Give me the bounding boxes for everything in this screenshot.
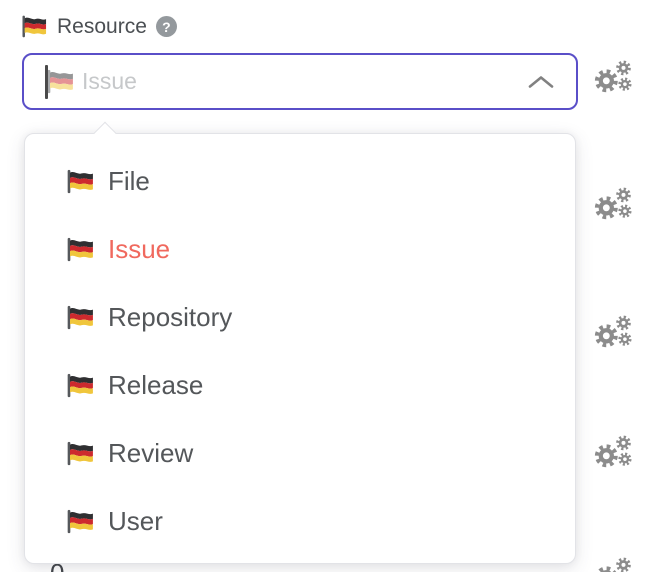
settings-gears-icon[interactable] [592, 183, 634, 225]
resource-form-section: Resource ? Issue 0 File Issue [0, 0, 650, 572]
options-list: File Issue Repository Release Review Use… [25, 134, 575, 565]
chevron-up-icon[interactable] [527, 75, 555, 89]
option-label: Release [108, 370, 203, 401]
option-label: Issue [108, 234, 170, 265]
option-issue[interactable]: Issue [25, 215, 575, 283]
germany-flag-icon [65, 508, 95, 535]
combobox-placeholder: Issue [82, 68, 137, 95]
option-repository[interactable]: Repository [25, 283, 575, 351]
option-release[interactable]: Release [25, 351, 575, 419]
option-label: File [108, 166, 150, 197]
settings-gears-icon[interactable] [592, 56, 634, 98]
settings-gears-icon[interactable] [592, 431, 634, 473]
option-user[interactable]: User [25, 487, 575, 555]
germany-flag-icon [20, 14, 48, 39]
germany-flag-icon [45, 68, 75, 95]
germany-flag-icon [65, 236, 95, 263]
germany-flag-icon [65, 168, 95, 195]
option-label: Review [108, 438, 193, 469]
germany-flag-icon [65, 440, 95, 467]
option-review[interactable]: Review [25, 419, 575, 487]
option-file[interactable]: File [25, 147, 575, 215]
help-icon[interactable]: ? [156, 16, 177, 37]
germany-flag-icon [65, 304, 95, 331]
field-label: Resource [57, 15, 147, 39]
settings-gears-icon[interactable] [592, 311, 634, 353]
settings-gears-icon[interactable] [592, 553, 634, 572]
resource-combobox[interactable]: Issue [22, 53, 578, 110]
dropdown-menu: File Issue Repository Release Review Use… [24, 133, 576, 564]
option-label: User [108, 506, 163, 537]
field-label-row: Resource ? [20, 14, 177, 39]
option-label: Repository [108, 302, 232, 333]
germany-flag-icon [65, 372, 95, 399]
